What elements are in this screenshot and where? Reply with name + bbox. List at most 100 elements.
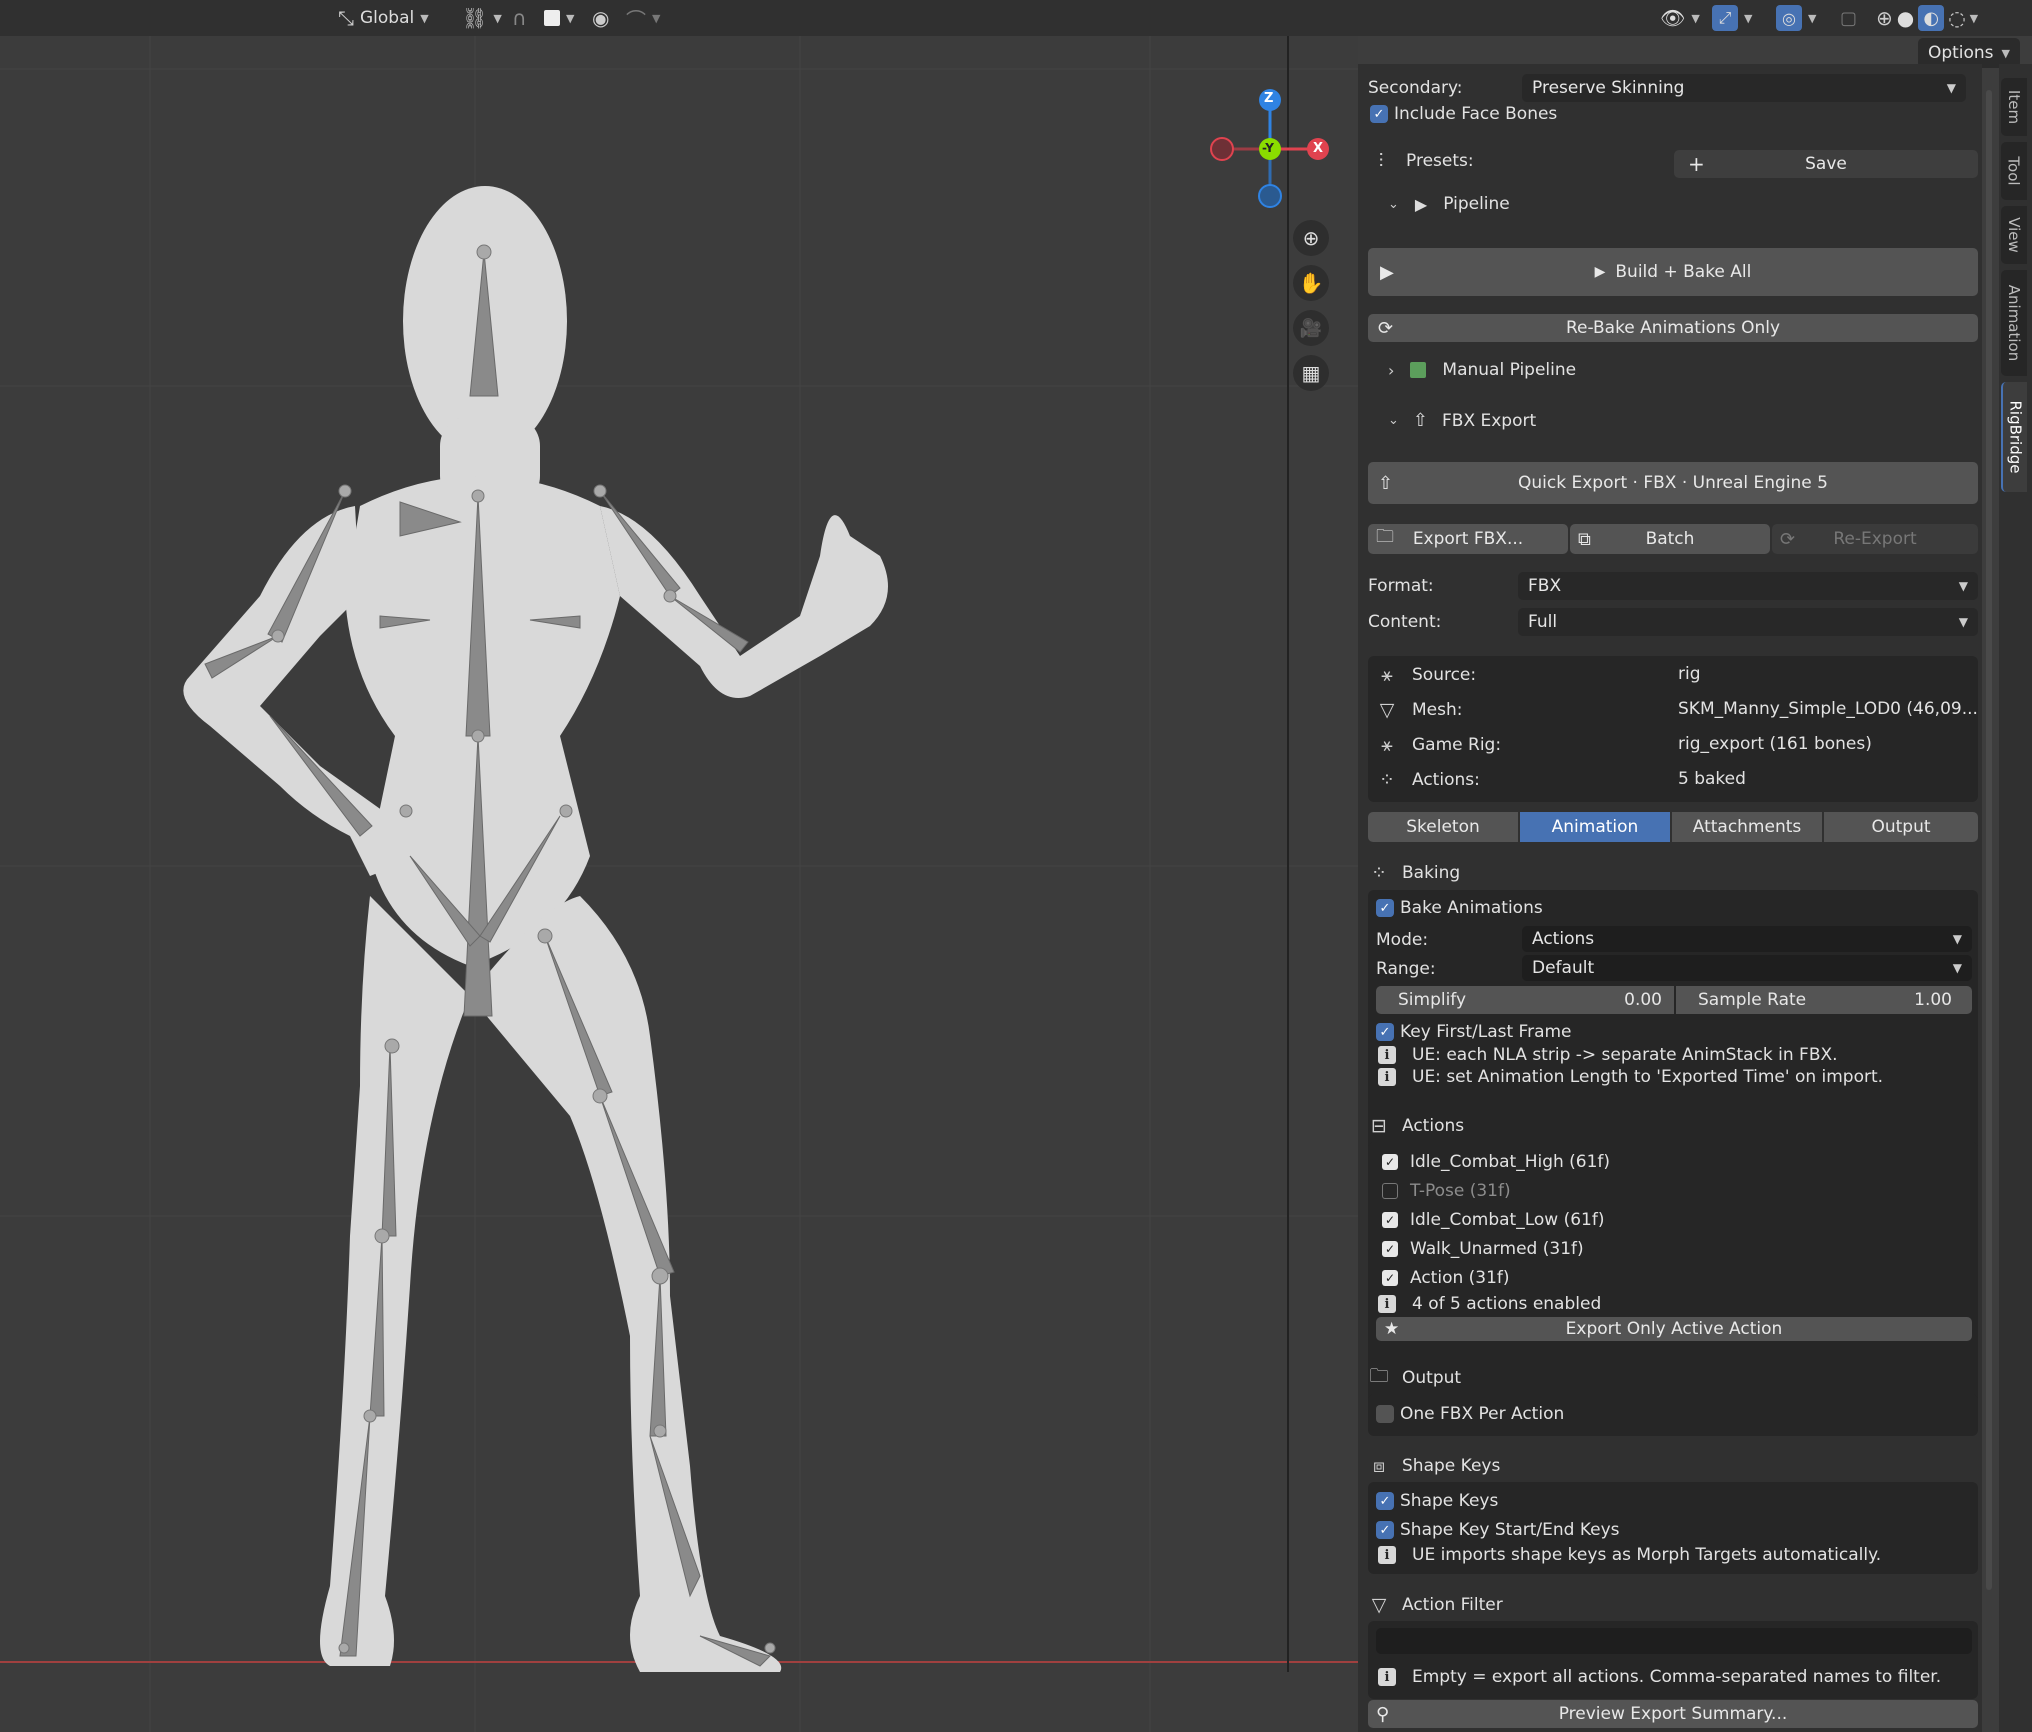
key-first-last-label: Key First/Last Frame [1400, 1022, 1572, 1042]
info-row-source: ⚹ Source: [1376, 664, 1476, 686]
chevron-down-icon: ▼ [420, 11, 429, 25]
simplify-field[interactable]: Simplify 0.00 [1376, 986, 1674, 1014]
info-icon: i [1378, 1046, 1396, 1064]
grid-icon[interactable]: ▦ [1293, 355, 1329, 391]
gizmo-y-label: -Y [1262, 141, 1274, 155]
info-icon: i [1378, 1546, 1396, 1564]
action-item-label: T-Pose (31f) [1410, 1181, 1511, 1201]
manual-pipeline-section-header[interactable]: › Manual Pipeline [1388, 360, 1576, 380]
format-label: Format: [1368, 576, 1434, 596]
shape-keys-header-label: Shape Keys [1402, 1456, 1501, 1476]
mode-dropdown[interactable]: Actions ▼ [1522, 926, 1972, 952]
action-item[interactable]: ✓ Idle_Combat_High (61f) [1382, 1152, 1610, 1172]
proportional-edit-toggle[interactable]: ◉ [592, 3, 609, 33]
rendered-shading-icon[interactable]: ◌ [1948, 6, 1965, 30]
chevron-down-icon: ⌄ [1388, 196, 1399, 212]
tab-attachments[interactable]: Attachments [1672, 812, 1822, 842]
actions-section-header[interactable]: ⊟ Actions [1368, 1112, 1464, 1140]
zoom-icon[interactable]: ⊕ [1293, 220, 1329, 256]
chevron-down-icon: ▼ [566, 11, 575, 25]
armature-icon: ⚹ [1381, 664, 1393, 686]
one-fbx-per-action-checkbox[interactable]: One FBX Per Action [1376, 1404, 1564, 1424]
info-icon: i [1378, 1668, 1396, 1686]
action-item[interactable]: ✓ Walk_Unarmed (31f) [1382, 1239, 1584, 1259]
export-only-active-action-button[interactable]: ★ Export Only Active Action [1376, 1317, 1972, 1341]
shape-keys-section-header[interactable]: ⧈ Shape Keys [1368, 1452, 1500, 1480]
tab-animation[interactable]: Animation [2001, 270, 2027, 376]
checkbox-checked-icon: ✓ [1382, 1241, 1398, 1257]
visibility-dropdown[interactable]: 👁 ▼ [1660, 3, 1700, 33]
shape-key-start-end-checkbox[interactable]: ✓ Shape Key Start/End Keys [1376, 1520, 1620, 1540]
range-dropdown[interactable]: Default ▼ [1522, 955, 1972, 981]
export-fbx-button[interactable]: 🗀 Export FBX... [1368, 524, 1568, 554]
morph-targets-note-text: UE imports shape keys as Morph Targets a… [1412, 1545, 1882, 1565]
preview-export-summary-button[interactable]: ⚲ Preview Export Summary... [1368, 1700, 1978, 1728]
checkbox-checked-icon: ✓ [1382, 1154, 1398, 1170]
xray-icon: ▢ [1840, 7, 1858, 29]
snap-target-dropdown[interactable]: ▼ [544, 3, 574, 33]
batch-label: Batch [1645, 529, 1695, 549]
info-row-mesh: ▽ Mesh: [1376, 699, 1463, 721]
batch-button[interactable]: ⧉ Batch [1570, 524, 1770, 554]
hand-pan-icon[interactable]: ✋ [1293, 265, 1329, 301]
pipeline-section-header[interactable]: ⌄ ▶ Pipeline [1388, 194, 1510, 214]
transform-orientation-dropdown[interactable]: ⤡ Global ▼ [338, 3, 429, 33]
xray-toggle[interactable]: ▢ [1840, 3, 1857, 33]
fbx-export-section-header[interactable]: ⌄ ⇧ FBX Export [1388, 410, 1536, 431]
plus-icon: + [1688, 152, 1705, 176]
filter-icon: ▽ [1371, 1594, 1387, 1616]
falloff-dropdown[interactable]: ⌒ ▼ [626, 3, 660, 33]
snap-toggle[interactable]: ∩ [512, 3, 527, 33]
tab-animation-settings[interactable]: Animation [1520, 812, 1670, 842]
character-mesh [183, 186, 888, 1672]
rebake-animations-button[interactable]: ⟳ Re-Bake Animations Only [1368, 314, 1978, 342]
gizmo-toggle[interactable]: ⤢ ▼ [1712, 3, 1752, 33]
actions-summary: i 4 of 5 actions enabled [1378, 1294, 1601, 1314]
panel-scrollbar[interactable] [1986, 90, 1992, 1590]
solid-shading-icon[interactable]: ● [1897, 6, 1914, 30]
format-value: FBX [1528, 576, 1562, 596]
refresh-icon: ⟳ [1378, 317, 1394, 339]
axes-icon: ⤡ [338, 6, 354, 30]
tab-rigbridge[interactable]: RigBridge [2001, 382, 2027, 492]
action-filter-section-header[interactable]: ▽ Action Filter [1368, 1591, 1503, 1619]
action-item[interactable]: ✓ T-Pose (31f) [1382, 1181, 1511, 1201]
build-bake-all-button[interactable]: ▶ ▶ Build + Bake All [1368, 248, 1978, 296]
save-preset-button[interactable]: + Save [1674, 150, 1978, 178]
bake-animations-checkbox[interactable]: ✓ Bake Animations [1376, 898, 1543, 918]
shading-modes[interactable]: ⊕ ● ◐ ◌ ▼ [1876, 3, 1978, 33]
camera-icon[interactable]: 🎥 [1293, 310, 1329, 346]
overlays-toggle[interactable]: ◎ ▼ [1776, 3, 1816, 33]
shape-keys-checkbox[interactable]: ✓ Shape Keys [1376, 1491, 1498, 1511]
falloff-icon: ⌒ [626, 7, 646, 32]
star-icon: ★ [1384, 1319, 1400, 1339]
action-filter-input[interactable] [1376, 1628, 1972, 1654]
format-dropdown[interactable]: FBX ▼ [1518, 572, 1978, 600]
baking-section-header[interactable]: ⁘ Baking [1368, 859, 1460, 887]
action-item-label: Idle_Combat_High (61f) [1410, 1152, 1611, 1172]
sample-rate-field[interactable]: Sample Rate 1.00 [1676, 986, 1972, 1014]
tab-item[interactable]: Item [2001, 78, 2027, 136]
tab-tool[interactable]: Tool [2001, 142, 2027, 200]
proportional-edit-icon: ◉ [592, 6, 610, 30]
tab-view[interactable]: View [2001, 206, 2027, 264]
3d-viewport[interactable]: Z -Y X ⊕ ✋ 🎥 ▦ [0, 36, 1358, 1732]
action-item[interactable]: ✓ Idle_Combat_Low (61f) [1382, 1210, 1604, 1230]
secondary-dropdown[interactable]: Preserve Skinning ▼ [1522, 74, 1966, 102]
tab-skeleton[interactable]: Skeleton [1368, 812, 1518, 842]
wireframe-shading-icon[interactable]: ⊕ [1876, 6, 1893, 30]
content-dropdown[interactable]: Full ▼ [1518, 608, 1978, 636]
key-first-last-checkbox[interactable]: ✓ Key First/Last Frame [1376, 1022, 1572, 1042]
eye-icon: 👁 [1660, 6, 1686, 30]
content-label: Content: [1368, 612, 1442, 632]
output-section-header[interactable]: 🗀 Output [1368, 1364, 1461, 1392]
include-face-bones-checkbox[interactable]: ✓ Include Face Bones [1370, 104, 1557, 124]
action-item[interactable]: ✓ Action (31f) [1382, 1268, 1510, 1288]
re-export-button[interactable]: ⟳ Re-Export [1772, 524, 1978, 554]
action-item-label: Idle_Combat_Low (61f) [1410, 1210, 1605, 1230]
tab-output[interactable]: Output [1824, 812, 1978, 842]
material-shading-icon[interactable]: ◐ [1918, 5, 1945, 31]
quick-export-button[interactable]: ⇧ Quick Export · FBX · Unreal Engine 5 [1368, 462, 1978, 504]
actions-summary-text: 4 of 5 actions enabled [1412, 1294, 1602, 1314]
pivot-dropdown[interactable]: ⛓ ▼ [462, 3, 502, 33]
